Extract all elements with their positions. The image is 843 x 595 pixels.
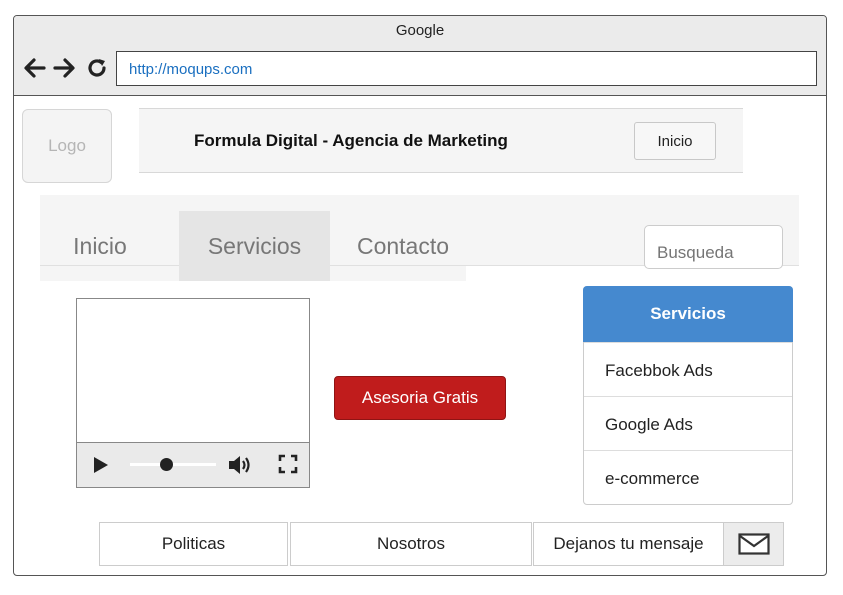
service-item-facebook-ads[interactable]: Facebbok Ads (584, 342, 792, 396)
service-item-ecommerce[interactable]: e-commerce (584, 450, 792, 504)
tab-inicio[interactable]: Inicio (40, 211, 160, 281)
services-title: Servicios (583, 286, 793, 342)
window-title: Google (395, 22, 445, 39)
reload-icon[interactable] (84, 55, 110, 81)
service-item-google-ads[interactable]: Google Ads (584, 396, 792, 450)
asesoria-gratis-button[interactable]: Asesoria Gratis (334, 376, 506, 420)
tab-contacto[interactable]: Contacto (330, 211, 476, 281)
footer-link-politicas[interactable]: Politicas (99, 522, 288, 566)
back-arrow-icon[interactable] (21, 55, 47, 81)
page-title: Formula Digital - Agencia de Marketing (194, 131, 508, 150)
volume-icon[interactable] (227, 453, 253, 482)
tab-servicios[interactable]: Servicios (179, 211, 330, 281)
play-icon[interactable] (92, 455, 110, 480)
footer-link-mensaje[interactable]: Dejanos tu mensaje (533, 522, 724, 566)
logo: Logo (22, 109, 112, 183)
search-input[interactable] (644, 225, 783, 269)
fullscreen-icon[interactable] (278, 454, 298, 479)
footer-link-nosotros[interactable]: Nosotros (290, 522, 532, 566)
inicio-button[interactable]: Inicio (634, 122, 716, 160)
mail-icon[interactable] (723, 522, 784, 566)
forward-arrow-icon[interactable] (52, 55, 78, 81)
address-bar[interactable]: http://moqups.com (116, 51, 817, 86)
